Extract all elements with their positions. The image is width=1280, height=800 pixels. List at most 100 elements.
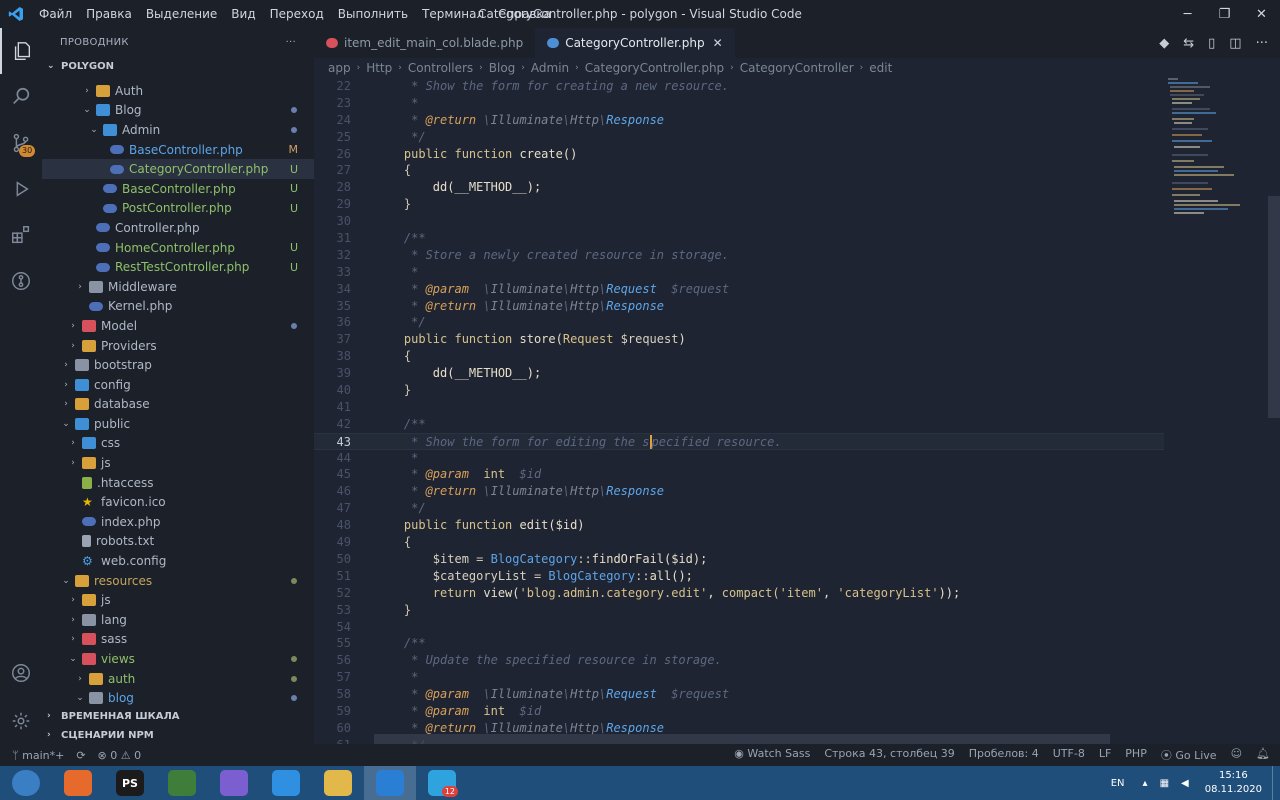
tree-item[interactable]: › auth [42, 669, 314, 689]
minimize-button[interactable]: ─ [1169, 0, 1206, 28]
gitlens-icon[interactable] [0, 258, 42, 304]
tree-item[interactable]: › js [42, 453, 314, 473]
breadcrumb-item[interactable]: app [328, 61, 351, 75]
cursor-position[interactable]: Строка 43, столбец 39 [824, 747, 954, 763]
tree-item[interactable]: › js [42, 590, 314, 610]
tree-item[interactable]: › Model [42, 316, 314, 336]
editor-tab[interactable]: CategoryController.php ✕ [535, 28, 735, 58]
timeline-section[interactable]: › ВРЕМЕННАЯ ШКАЛА [42, 706, 314, 726]
breadcrumb-item[interactable]: edit [869, 61, 892, 75]
tree-item[interactable]: RestTestController.php U [42, 257, 314, 277]
phpstorm-app[interactable]: PS [104, 766, 156, 800]
encoding[interactable]: UTF-8 [1053, 747, 1085, 763]
compare-changes-icon[interactable]: ⇆ [1183, 36, 1194, 51]
tree-item[interactable]: › Auth [42, 81, 314, 101]
tree-item[interactable]: › config [42, 375, 314, 395]
tray-arrow-icon[interactable]: ▴ [1137, 778, 1154, 789]
tree-item[interactable]: Controller.php [42, 218, 314, 238]
menu-item[interactable]: Выделение [139, 0, 224, 28]
tree-item[interactable]: PostController.php U [42, 199, 314, 219]
tree-item[interactable]: › sass [42, 630, 314, 650]
telegram-app[interactable]: 12 [416, 766, 468, 800]
npm-scripts-section[interactable]: › СЦЕНАРИИ NPM [42, 725, 314, 745]
menu-item[interactable]: Справка [491, 0, 558, 28]
tree-item[interactable]: › css [42, 434, 314, 454]
tree-item[interactable]: ⌄ Admin [42, 120, 314, 140]
tree-item[interactable]: index.php [42, 512, 314, 532]
minimap[interactable] [1164, 78, 1268, 744]
close-tab-icon[interactable]: ✕ [713, 36, 723, 50]
tree-item[interactable]: CategoryController.php U [42, 159, 314, 179]
network-icon[interactable]: ▦ [1154, 778, 1175, 789]
explorer-app[interactable] [312, 766, 364, 800]
menu-item[interactable]: Переход [263, 0, 331, 28]
source-control-icon[interactable]: 30 [0, 120, 42, 166]
run-debug-icon[interactable] [0, 166, 42, 212]
menu-item[interactable]: Выполнить [331, 0, 415, 28]
editor-app[interactable] [156, 766, 208, 800]
explorer-more-button[interactable]: ··· [286, 37, 296, 48]
tree-item[interactable]: robots.txt [42, 532, 314, 552]
browser-app[interactable] [260, 766, 312, 800]
tree-item[interactable]: BaseController.php M [42, 140, 314, 160]
show-desktop-button[interactable] [1272, 766, 1280, 800]
volume-icon[interactable]: ◀︎ [1175, 778, 1195, 789]
tree-item[interactable]: ⌄ Blog [42, 101, 314, 121]
scrollbar-thumb[interactable] [1268, 196, 1280, 418]
menu-item[interactable]: Вид [224, 0, 262, 28]
tree-item[interactable]: ★ favicon.ico [42, 492, 314, 512]
tree-item[interactable]: HomeController.php U [42, 238, 314, 258]
close-window-button[interactable]: ✕ [1243, 0, 1280, 28]
breadcrumb-item[interactable]: CategoryController [740, 61, 854, 75]
breadcrumb-item[interactable]: Blog [489, 61, 516, 75]
horizontal-scrollbar[interactable] [374, 734, 1110, 744]
menu-item[interactable]: Правка [79, 0, 139, 28]
tree-item[interactable]: › database [42, 395, 314, 415]
menu-item[interactable]: Терминал [415, 0, 491, 28]
account-icon[interactable] [0, 650, 42, 696]
explorer-icon[interactable] [0, 28, 42, 74]
search-icon[interactable] [0, 74, 42, 120]
extensions-icon[interactable] [0, 212, 42, 258]
vscode-app[interactable] [364, 766, 416, 800]
editor-tab[interactable]: item_edit_main_col.blade.php [314, 28, 535, 58]
maximize-button[interactable]: ❐ [1206, 0, 1243, 28]
settings-gear-icon[interactable] [0, 698, 42, 744]
tree-item[interactable]: › Middleware [42, 277, 314, 297]
git-icon[interactable]: ◆ [1159, 36, 1169, 51]
tree-item[interactable]: › lang [42, 610, 314, 630]
split-editor-icon[interactable]: ◫ [1229, 36, 1241, 51]
firefox-app[interactable] [52, 766, 104, 800]
language-mode[interactable]: PHP [1125, 747, 1147, 763]
watch-sass-button[interactable]: ◉ Watch Sass [734, 747, 810, 763]
vertical-scrollbar[interactable] [1268, 78, 1280, 744]
go-live-button[interactable]: ⦿ Go Live [1161, 747, 1217, 763]
start-button[interactable] [0, 766, 52, 800]
tree-item[interactable]: ⌄ public [42, 414, 314, 434]
tree-item[interactable]: ⌄ views [42, 649, 314, 669]
discord-app[interactable] [208, 766, 260, 800]
notifications-icon[interactable]: 🔔︎ [1256, 747, 1270, 763]
tree-item[interactable]: ⌄ resources [42, 571, 314, 591]
branch-indicator[interactable]: ᛘ main*+ [12, 749, 64, 762]
feedback-icon[interactable]: ☺ [1231, 747, 1242, 763]
more-actions-icon[interactable]: ··· [1256, 36, 1268, 51]
clock[interactable]: 15:16 08.11.2020 [1195, 769, 1272, 797]
sync-button[interactable]: ⟳ [76, 749, 85, 762]
tree-item[interactable]: ⚙ web.config [42, 551, 314, 571]
breadcrumb-item[interactable]: CategoryController.php [585, 61, 724, 75]
tree-item[interactable]: Kernel.php [42, 297, 314, 317]
tree-item[interactable]: › bootstrap [42, 355, 314, 375]
problems-indicator[interactable]: ⊗ 0 ⚠ 0 [98, 749, 142, 762]
breadcrumb-item[interactable]: Http [366, 61, 392, 75]
open-changes-icon[interactable]: ▯ [1208, 36, 1215, 51]
tree-item[interactable]: › Providers [42, 336, 314, 356]
end-of-line[interactable]: LF [1099, 747, 1111, 763]
breadcrumb-item[interactable]: Admin [531, 61, 569, 75]
language-indicator[interactable]: EN [1099, 778, 1137, 789]
breadcrumb-item[interactable]: Controllers [408, 61, 473, 75]
tree-item[interactable]: .htaccess [42, 473, 314, 493]
indentation[interactable]: Пробелов: 4 [969, 747, 1039, 763]
code-editor[interactable]: 22 * Show the form for creating a new re… [314, 78, 1164, 744]
menu-item[interactable]: Файл [32, 0, 79, 28]
